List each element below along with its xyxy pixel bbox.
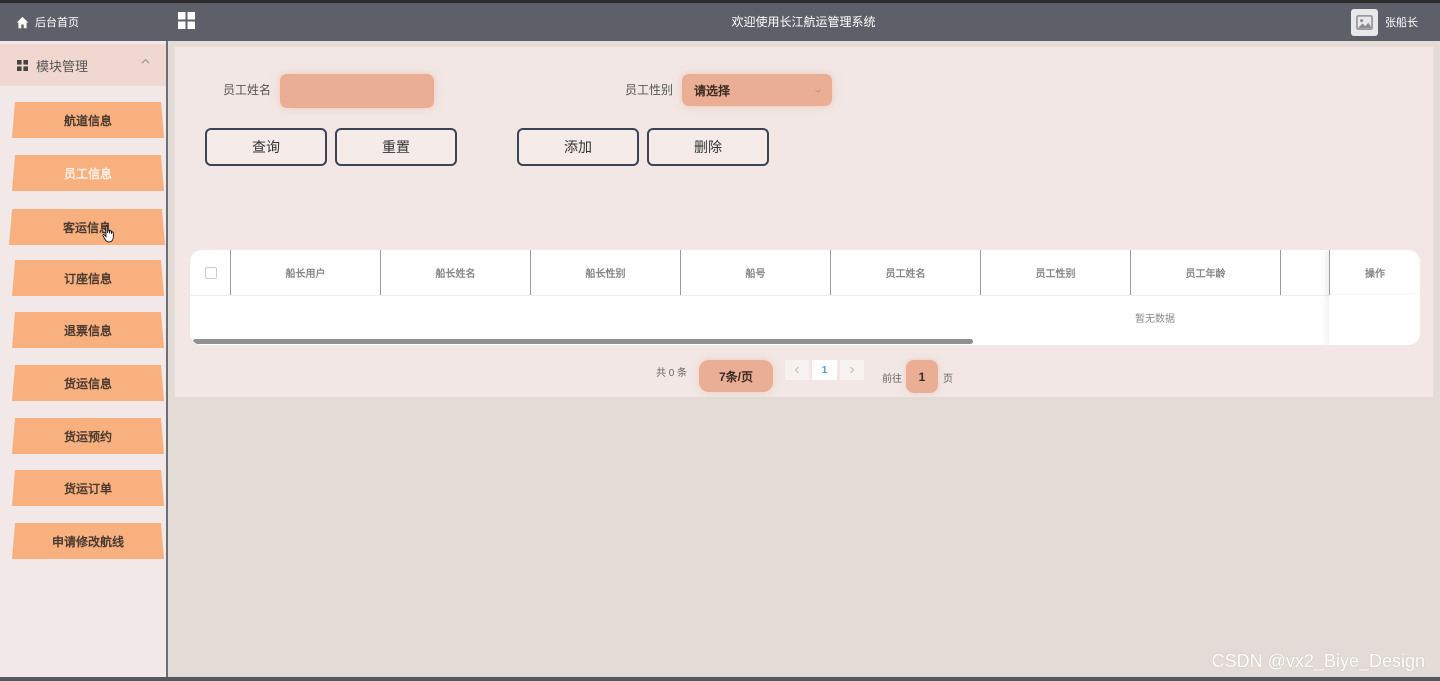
home-link[interactable]: 后台首页	[0, 3, 167, 41]
user-menu[interactable]: 张船长	[1351, 7, 1418, 37]
column-header[interactable]: 船长姓名	[380, 250, 530, 295]
column-header[interactable]: 员工性别	[980, 250, 1130, 295]
top-bar: 后台首页 欢迎使用长江航运管理系统 张船长	[0, 0, 1440, 41]
main-panel: 员工姓名 员工性别 请选择 查询 重置 添加 删除 船长用户 船长姓名 船长性别…	[175, 47, 1433, 397]
column-header[interactable]: 船长用户	[230, 250, 380, 295]
column-header[interactable]: 船号	[680, 250, 830, 295]
staff-name-label: 员工姓名	[223, 83, 272, 97]
sidebar-item-freight-info[interactable]: 货运信息	[12, 365, 164, 401]
column-header[interactable]: 员工姓名	[830, 250, 980, 295]
module-label: 模块管理	[36, 58, 89, 74]
gender-select-placeholder: 请选择	[694, 83, 731, 98]
actions-column-body	[1329, 295, 1420, 345]
next-page-button[interactable]	[840, 360, 864, 380]
sidebar-item-label: 货运订单	[63, 481, 112, 496]
chevron-down-icon	[815, 89, 821, 93]
home-label: 后台首页	[35, 17, 79, 29]
sidebar-item-label: 退票信息	[63, 323, 112, 338]
page-size-select[interactable]: 7条/页	[699, 360, 773, 392]
prev-page-button[interactable]	[785, 360, 809, 380]
grid-menu-icon[interactable]	[178, 12, 195, 29]
horizontal-scrollbar[interactable]	[193, 339, 973, 344]
chevron-left-icon	[794, 366, 799, 374]
query-button[interactable]: 查询	[205, 128, 327, 166]
pagination-total: 共 0 条	[656, 368, 688, 379]
sidebar-item-freight-reservation[interactable]: 货运预约	[12, 418, 164, 454]
sidebar-item-label: 订座信息	[63, 271, 112, 286]
page-suffix: 页	[943, 374, 953, 385]
staff-name-input[interactable]	[280, 74, 434, 108]
system-title: 欢迎使用长江航运管理系统	[731, 15, 876, 29]
chevron-up-icon	[141, 58, 150, 64]
select-all-checkbox[interactable]	[205, 267, 217, 279]
sidebar-item-label: 货运预约	[63, 429, 112, 444]
avatar[interactable]	[1351, 8, 1378, 36]
chevron-right-icon	[850, 366, 855, 374]
goto-label: 前往	[882, 374, 902, 385]
apps-icon	[17, 59, 28, 71]
column-header-actions: 操作	[1329, 250, 1420, 295]
empty-text: 暂无数据	[1135, 314, 1175, 325]
home-icon	[16, 16, 29, 28]
module-management-header[interactable]: 模块管理	[0, 44, 166, 86]
sidebar-item-label: 员工信息	[63, 166, 112, 181]
sidebar-item-route-change-request[interactable]: 申请修改航线	[12, 523, 164, 559]
sidebar-item-booking-info[interactable]: 订座信息	[12, 260, 164, 296]
watermark: CSDN @vx2_Biye_Design	[1211, 651, 1425, 671]
sidebar: 模块管理 航道信息 员工信息 客运信息 订座信息 退票信息 货运信息 货运预约 …	[0, 41, 168, 677]
data-table: 船长用户 船长姓名 船长性别 船号 员工姓名 员工性别 员工年龄 操作 暂无数据	[190, 250, 1420, 345]
bottom-border	[0, 677, 1440, 681]
staff-gender-label: 员工性别	[625, 83, 674, 97]
column-header-partial	[1280, 250, 1329, 295]
staff-gender-select[interactable]: 请选择	[682, 74, 832, 106]
sidebar-item-passenger-info[interactable]: 客运信息	[9, 209, 165, 245]
sidebar-item-channel-info[interactable]: 航道信息	[12, 102, 164, 138]
sidebar-item-staff-info[interactable]: 员工信息	[12, 155, 164, 191]
column-header[interactable]: 员工年龄	[1130, 250, 1280, 295]
sidebar-item-refund-info[interactable]: 退票信息	[12, 312, 164, 348]
column-header[interactable]: 船长性别	[530, 250, 680, 295]
goto-page-input[interactable]: 1	[906, 360, 938, 393]
sidebar-item-freight-order[interactable]: 货运订单	[12, 470, 164, 506]
page-number-1[interactable]: 1	[812, 360, 837, 380]
user-name: 张船长	[1385, 17, 1418, 29]
sidebar-item-label: 航道信息	[63, 113, 112, 128]
sidebar-item-label: 客运信息	[62, 220, 111, 235]
add-button[interactable]: 添加	[517, 128, 639, 166]
reset-button[interactable]: 重置	[335, 128, 457, 166]
sidebar-item-label: 货运信息	[63, 376, 112, 391]
delete-button[interactable]: 删除	[647, 128, 769, 166]
sidebar-item-label: 申请修改航线	[51, 534, 124, 549]
image-icon	[1356, 14, 1373, 30]
table-header: 船长用户 船长姓名 船长性别 船号 员工姓名 员工性别 员工年龄 操作	[190, 250, 1420, 296]
